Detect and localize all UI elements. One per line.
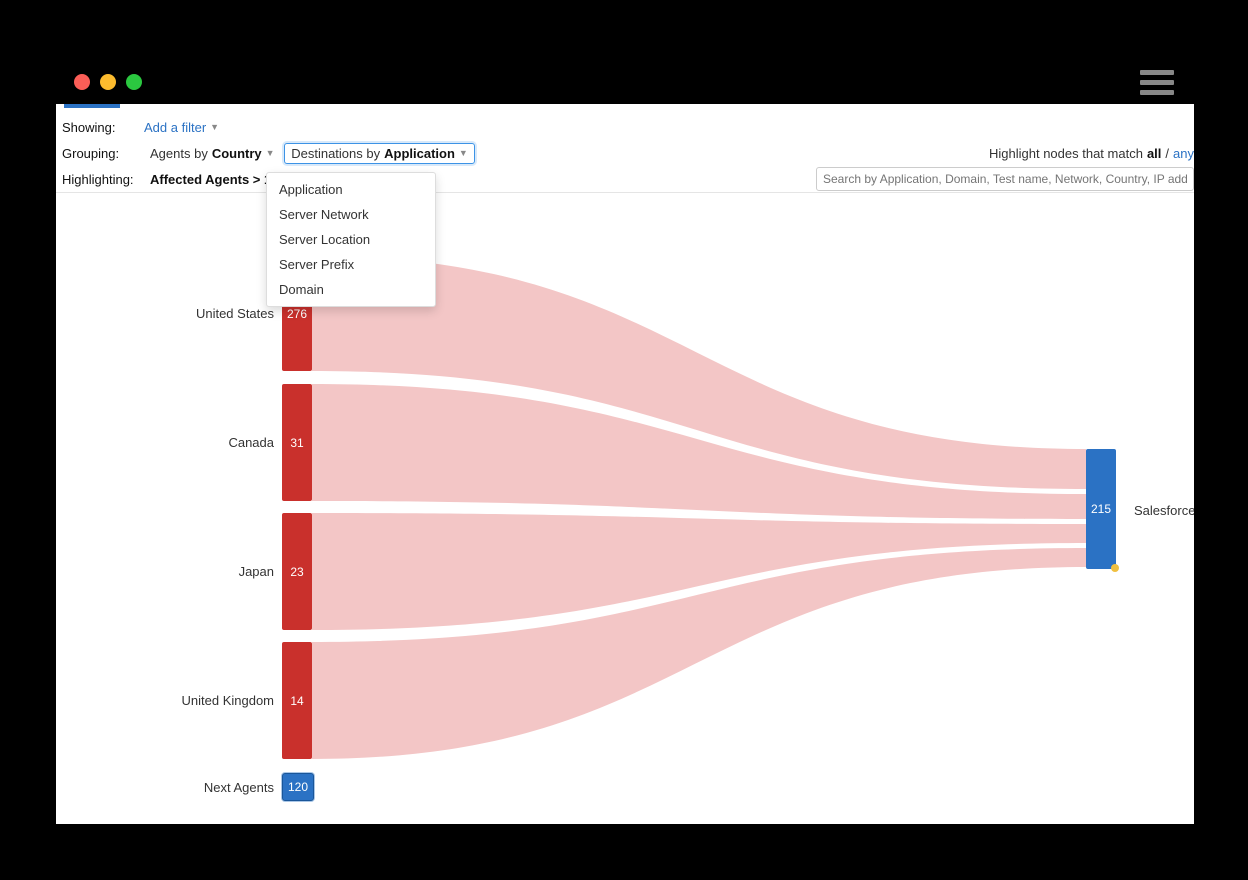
divider (56, 192, 1194, 193)
agents-by-prefix: Agents by (150, 146, 208, 161)
active-tab-indicator (64, 104, 120, 108)
app-window: Showing: Add a filter ▼ Grouping: Agents… (56, 104, 1194, 824)
source-label-us: United States (74, 306, 274, 321)
destinations-by-dropdown[interactable]: Destinations by Application ▼ (284, 143, 475, 164)
source-label-canada: Canada (74, 435, 274, 450)
chevron-down-icon: ▼ (210, 122, 219, 132)
agents-by-dropdown[interactable]: Agents by Country ▼ (144, 144, 281, 163)
chevron-down-icon: ▼ (266, 148, 275, 158)
sankey-flows (56, 200, 1194, 824)
window-traffic-lights (60, 74, 142, 90)
add-filter-button[interactable]: Add a filter ▼ (144, 120, 219, 135)
destination-label: Salesforce (1134, 503, 1194, 518)
menu-item-application[interactable]: Application (267, 177, 435, 202)
next-agents-node[interactable]: 120 (282, 773, 314, 801)
minimize-icon[interactable] (100, 74, 116, 90)
source-node-canada[interactable]: 31 (282, 384, 312, 501)
menu-item-server-network[interactable]: Server Network (267, 202, 435, 227)
grouping-label: Grouping: (60, 146, 140, 161)
source-node-uk[interactable]: 14 (282, 642, 312, 759)
source-label-japan: Japan (74, 564, 274, 579)
status-dot-icon (1111, 564, 1119, 572)
search-input[interactable] (816, 167, 1194, 191)
hamburger-menu-icon[interactable] (1140, 70, 1174, 95)
highlighting-label: Highlighting: (60, 172, 140, 187)
source-value: 31 (290, 436, 303, 450)
agents-by-value: Country (212, 146, 262, 161)
add-filter-label: Add a filter (144, 120, 206, 135)
menu-item-server-location[interactable]: Server Location (267, 227, 435, 252)
destination-value: 215 (1091, 502, 1111, 516)
menu-item-domain[interactable]: Domain (267, 277, 435, 302)
match-any[interactable]: any (1173, 146, 1194, 161)
match-sep: / (1165, 146, 1169, 161)
source-label-uk: United Kingdom (74, 693, 274, 708)
source-value: 276 (287, 307, 307, 321)
destinations-by-value: Application (384, 146, 455, 161)
source-value: 23 (290, 565, 303, 579)
close-icon[interactable] (74, 74, 90, 90)
menu-item-server-prefix[interactable]: Server Prefix (267, 252, 435, 277)
source-value: 14 (290, 694, 303, 708)
destinations-by-menu: Application Server Network Server Locati… (266, 172, 436, 307)
zoom-icon[interactable] (126, 74, 142, 90)
next-agents-value: 120 (288, 780, 308, 794)
showing-label: Showing: (60, 120, 140, 135)
titlebar (60, 60, 1188, 104)
destinations-by-prefix: Destinations by (291, 146, 380, 161)
highlight-match-control: Highlight nodes that match all / any (989, 146, 1194, 161)
match-prefix: Highlight nodes that match (989, 146, 1143, 161)
next-agents-label: Next Agents (74, 780, 274, 795)
sankey-chart: United States Canada Japan United Kingdo… (56, 200, 1194, 824)
filter-controls: Showing: Add a filter ▼ Grouping: Agents… (60, 114, 1194, 192)
destination-node-salesforce[interactable]: 215 (1086, 449, 1116, 569)
match-all[interactable]: all (1147, 146, 1161, 161)
chevron-down-icon: ▼ (459, 148, 468, 158)
source-node-japan[interactable]: 23 (282, 513, 312, 630)
